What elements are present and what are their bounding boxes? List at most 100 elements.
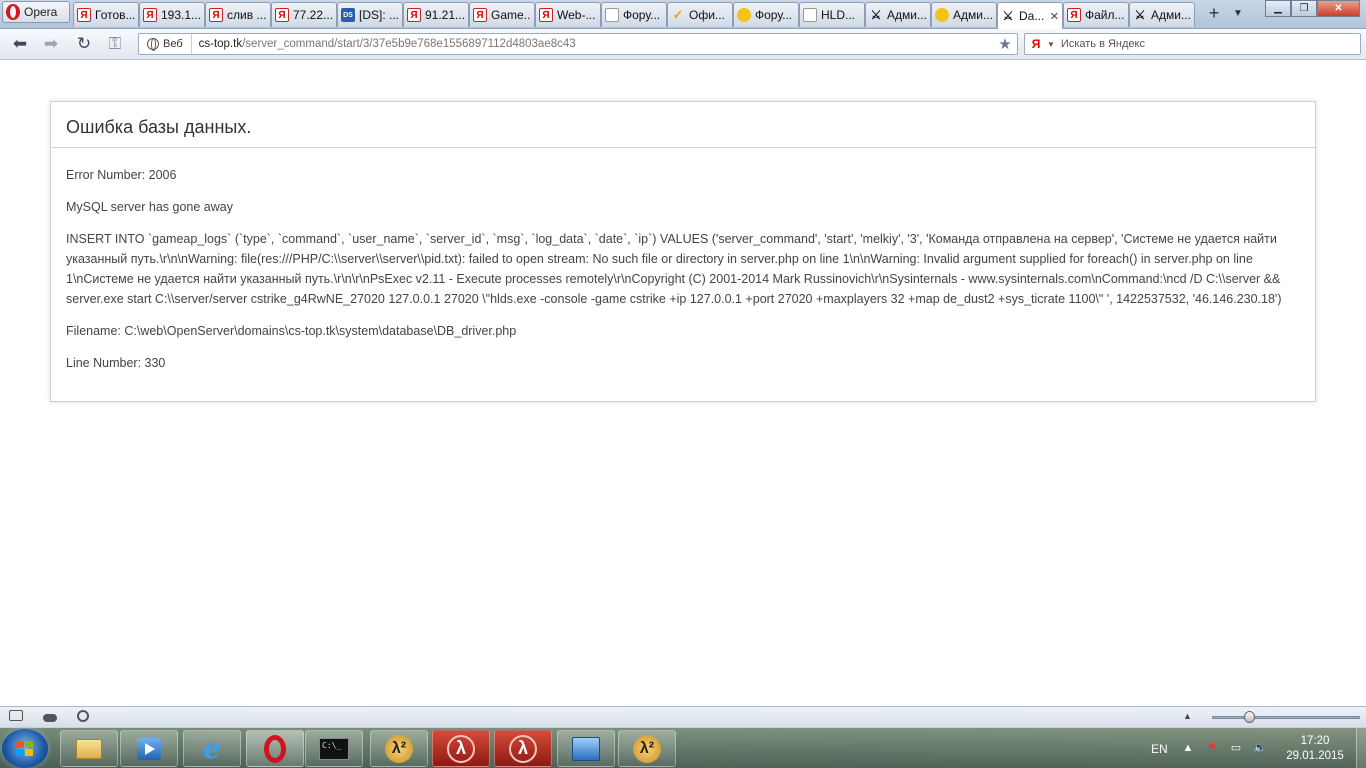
opera-logo-icon xyxy=(6,4,20,20)
taskbar-half-life-2[interactable]: λ² xyxy=(618,730,676,767)
checkmark-icon: ✓ xyxy=(672,7,684,22)
clock-time: 17:20 xyxy=(1300,735,1330,747)
taskbar-half-life-2[interactable]: λ² xyxy=(370,730,428,767)
tab-label: Офи... xyxy=(689,8,725,22)
taskbar-half-life[interactable]: λ xyxy=(432,730,490,767)
tab[interactable]: HLD... xyxy=(799,2,865,27)
search-placeholder: Искать в Яндекс xyxy=(1060,38,1145,50)
opera-icon xyxy=(264,734,286,763)
back-button[interactable]: ⬅ xyxy=(9,35,31,55)
forward-button[interactable]: ➡ xyxy=(40,35,62,55)
zoom-slider-track[interactable] xyxy=(1212,716,1360,719)
tab-label: слив ... xyxy=(227,8,267,22)
counter-strike-icon: ⚔ xyxy=(1002,9,1014,23)
document-icon xyxy=(605,8,619,22)
tab[interactable]: ⚔ Адми... xyxy=(1129,2,1195,27)
web-badge[interactable]: Веб xyxy=(139,34,192,54)
tab[interactable]: Я Готов... xyxy=(73,2,139,27)
taskbar-half-life[interactable]: λ xyxy=(494,730,552,767)
tab[interactable]: Я 193.1... xyxy=(139,2,205,27)
tab-label: 91.21... xyxy=(425,8,465,22)
tab[interactable]: ⚔ Адми... xyxy=(865,2,931,27)
tab[interactable]: DS [DS]: ... xyxy=(337,2,403,27)
error-number: Error Number: 2006 xyxy=(66,168,177,182)
media-player-icon xyxy=(137,737,161,760)
clock-date: 29.01.2015 xyxy=(1286,750,1344,762)
turbo-gauge-icon[interactable] xyxy=(77,710,93,724)
tab-label: Готов... xyxy=(95,8,135,22)
bookmark-star-icon[interactable]: ★ xyxy=(996,35,1014,53)
opera-menu-label: Opera xyxy=(24,5,58,19)
yandex-icon: Я xyxy=(77,8,91,22)
clock[interactable]: 17:20 29.01.2015 xyxy=(1283,734,1347,764)
tab[interactable]: Фору... xyxy=(601,2,667,27)
zoom-arrow-icon[interactable]: ▲ xyxy=(1183,711,1192,721)
taskbar-explorer[interactable] xyxy=(60,730,118,767)
yandex-icon: Я xyxy=(143,8,157,22)
tab[interactable]: Я 77.22... xyxy=(271,2,337,27)
reload-button[interactable]: ↻ xyxy=(73,35,95,55)
tab-menu-button[interactable]: ▼ xyxy=(1228,4,1248,24)
url-host: cs-top.tk xyxy=(198,38,243,50)
panel-toggle-icon[interactable] xyxy=(9,710,25,724)
tab[interactable]: Адми... xyxy=(931,2,997,27)
tab-label: Файл... xyxy=(1085,8,1125,22)
half-life-2-icon: λ² xyxy=(633,734,661,763)
yandex-icon: Я xyxy=(407,8,421,22)
close-tab-icon[interactable]: ✕ xyxy=(1050,10,1059,23)
opera-menu-button[interactable]: Opera xyxy=(2,1,70,23)
ds-icon: DS xyxy=(341,8,355,22)
zoom-slider-thumb[interactable] xyxy=(1244,711,1255,723)
page-content: Ошибка базы данных. Error Number: 2006 M… xyxy=(0,61,1366,706)
restore-button[interactable]: ❐ xyxy=(1291,0,1317,17)
tab[interactable]: Фору... xyxy=(733,2,799,27)
close-window-button[interactable]: ✕ xyxy=(1317,0,1360,17)
tab[interactable]: Я Файл... xyxy=(1063,2,1129,27)
tab-label: Адми... xyxy=(887,8,927,22)
crown-icon xyxy=(935,8,949,22)
tab-label: 77.22... xyxy=(293,8,333,22)
new-tab-button[interactable]: + xyxy=(1204,3,1224,23)
tab-strip: Я Готов... Я 193.1... Яслив ... Я 77.22... … xyxy=(73,2,1195,29)
key-icon[interactable]: ⚿ xyxy=(104,35,126,55)
yandex-icon: Я xyxy=(473,8,487,22)
internet-explorer-icon: e xyxy=(203,732,221,765)
show-hidden-icons-icon[interactable]: ▲ xyxy=(1181,741,1195,755)
half-life-icon: λ xyxy=(509,734,537,763)
window-controls: ▁ ❐ ✕ xyxy=(1265,0,1360,17)
opera-link-cloud-icon[interactable] xyxy=(43,710,59,724)
error-body: Error Number: 2006 MySQL server has gone… xyxy=(51,148,1315,373)
crown-icon xyxy=(737,8,751,22)
chevron-down-icon[interactable]: ▼ xyxy=(1047,40,1055,49)
tab[interactable]: Яслив ... xyxy=(205,2,271,27)
tab-label: Фору... xyxy=(755,8,793,22)
taskbar-opera[interactable] xyxy=(246,730,304,767)
address-bar[interactable]: Веб cs-top.tk/server_command/start/3/37e… xyxy=(138,33,1018,55)
tab-label: HLD... xyxy=(821,8,856,22)
tab-bar: Opera Я Готов... Я 193.1... Яслив ... Я 77.… xyxy=(0,0,1366,29)
language-indicator[interactable]: EN xyxy=(1151,728,1168,768)
taskbar-media-player[interactable] xyxy=(120,730,178,767)
error-title: Ошибка базы данных. xyxy=(51,102,1315,148)
taskbar: e C:\_ λ² λ λ λ² EN ▲ ⚑ ▭ 🔈 17:20 29.01.… xyxy=(0,727,1366,768)
tab-label: Адми... xyxy=(953,8,993,22)
tab-active[interactable]: ⚔ Da... ✕ xyxy=(997,2,1063,29)
url-text[interactable]: cs-top.tk/server_command/start/3/37e5b9e… xyxy=(192,38,996,50)
taskbar-internet-explorer[interactable]: e xyxy=(183,730,241,767)
taskbar-command-prompt[interactable]: C:\_ xyxy=(305,730,363,767)
show-desktop-button[interactable] xyxy=(1356,728,1366,768)
volume-icon[interactable]: 🔈 xyxy=(1253,741,1267,755)
minimize-button[interactable]: ▁ xyxy=(1265,0,1291,17)
tab-label: Game... xyxy=(491,8,531,22)
tab[interactable]: Я Game... xyxy=(469,2,535,27)
start-button[interactable] xyxy=(2,729,48,768)
action-center-flag-icon[interactable]: ⚑ xyxy=(1205,741,1219,755)
tab[interactable]: Я Web-... xyxy=(535,2,601,27)
tab[interactable]: ✓ Офи... xyxy=(667,2,733,27)
tab[interactable]: Я 91.21... xyxy=(403,2,469,27)
error-query: INSERT INTO `gameap_logs` (`type`, `comm… xyxy=(66,232,1282,306)
yandex-icon: Я xyxy=(1031,37,1041,51)
taskbar-network[interactable] xyxy=(557,730,615,767)
search-field[interactable]: Я ▼ Искать в Яндекс xyxy=(1024,33,1361,55)
network-tray-icon[interactable]: ▭ xyxy=(1229,741,1243,755)
